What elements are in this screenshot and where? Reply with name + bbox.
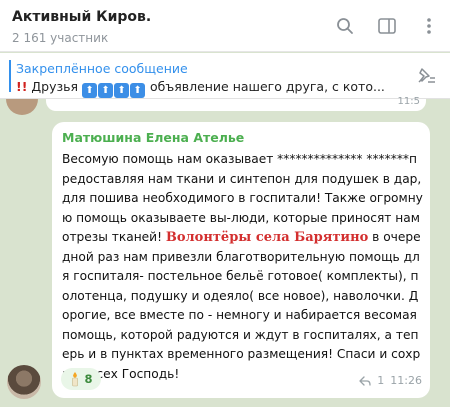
member-count: 2 161 участник [12, 31, 109, 45]
pinned-message-bar[interactable]: Закреплённое сообщение !! Друзья ⬆ ⬆ ⬆ ⬆ об… [0, 53, 450, 99]
pinned-preview: !! Друзья ⬆ ⬆ ⬆ ⬆ объявление нашего друга, … [16, 79, 396, 98]
pin-list-icon[interactable] [416, 67, 436, 89]
chat-title[interactable]: Активный Киров. [12, 9, 151, 25]
reply-count[interactable]: 1 [377, 374, 384, 387]
highlighted-text: Волонтёры села Барятино [165, 230, 369, 245]
sidebar-toggle-icon[interactable] [376, 15, 398, 37]
sender-name[interactable]: Матюшина Елена Ателье [62, 130, 244, 145]
reaction-button[interactable]: 8 [61, 368, 101, 390]
reaction-count: 8 [84, 372, 93, 386]
reply-icon[interactable] [359, 375, 371, 386]
up-arrow-icon: ⬆ [82, 83, 98, 98]
up-arrow-icon: ⬆ [130, 83, 146, 98]
sender-avatar[interactable] [7, 365, 41, 399]
candle-icon [72, 372, 79, 387]
previous-message-bubble: 11:5 [46, 96, 426, 111]
more-options-icon[interactable] [418, 15, 440, 37]
up-arrow-icon: ⬆ [114, 83, 130, 98]
search-icon[interactable] [334, 15, 356, 37]
message-text: Весомую помощь нам оказывает ***********… [62, 150, 424, 384]
message-time: 11:26 [390, 374, 422, 387]
message-time: 11:5 [397, 96, 420, 107]
chat-header: Активный Киров. 2 161 участник [0, 0, 450, 52]
pinned-indicator [9, 60, 11, 92]
pinned-text: объявление нашего друга, с кото... [150, 79, 385, 94]
message-text-part: в очередной раз нам привезли благотворит… [62, 230, 421, 381]
pinned-title: Закреплённое сообщение [16, 61, 188, 76]
avatar[interactable] [6, 99, 38, 115]
header-actions [334, 15, 440, 37]
up-arrow-icon: ⬆ [98, 83, 114, 98]
pinned-prefix: Друзья [31, 79, 79, 94]
message-bubble[interactable]: Матюшина Елена Ателье Весомую помощь нам… [52, 122, 430, 398]
double-exclamation-icon: !! [16, 79, 28, 94]
message-meta: 1 11:26 [359, 374, 422, 387]
